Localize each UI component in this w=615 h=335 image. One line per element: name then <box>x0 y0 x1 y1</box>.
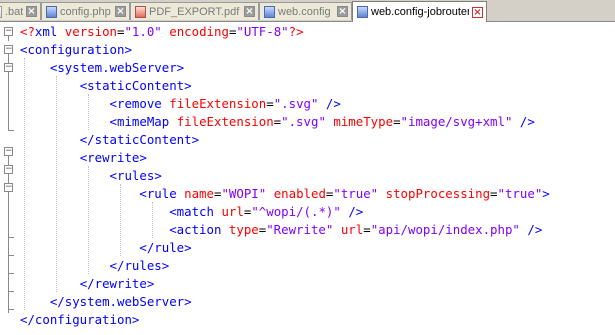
fold-collapse-icon[interactable]: − <box>4 27 13 36</box>
fold-end-marker <box>8 309 14 310</box>
xml-attribute-value: "api/wopi/index.php" <box>370 222 520 237</box>
fold-end-marker <box>8 130 14 131</box>
xml-attribute: type <box>228 222 259 237</box>
fold-line <box>8 192 9 313</box>
code-line: <rewrite> <box>79 150 147 165</box>
tab-web-config[interactable]: web.config × <box>259 2 352 20</box>
pdf-file-icon <box>135 5 146 18</box>
fold-collapse-icon[interactable]: − <box>4 165 13 174</box>
xml-tag-name: action <box>176 222 222 237</box>
xml-attribute-value: "UTF-8" <box>236 24 289 39</box>
file-icon <box>357 6 368 18</box>
code-line: <system.webServer> <box>49 60 185 75</box>
xml-attribute: url <box>340 222 364 237</box>
tab-web-config-jobrouter[interactable]: web.config-jobrouter × <box>352 1 487 22</box>
fold-collapse-icon[interactable]: − <box>4 183 13 192</box>
xml-tag-name: xml <box>34 24 58 39</box>
xml-tag-name: configuration <box>27 42 125 57</box>
close-icon[interactable]: × <box>337 6 348 17</box>
xml-attribute-value: "1.0" <box>124 24 162 39</box>
tab-label: PDF_EXPORT.pdf <box>149 5 240 18</box>
close-icon[interactable]: × <box>115 6 126 17</box>
tab-pdf-export[interactable]: PDF_EXPORT.pdf × <box>130 2 259 20</box>
code-line: </configuration> <box>20 312 140 327</box>
xml-attribute: version <box>64 24 117 39</box>
code-editor[interactable]: − − − − − − <?xml version="1.0" encoding… <box>0 22 615 335</box>
xml-attribute: enabled <box>273 186 326 201</box>
fold-end-marker <box>8 291 14 292</box>
xml-tag-name: remove <box>117 96 162 111</box>
close-icon[interactable]: × <box>472 6 483 18</box>
code-line: <?xml version="1.0" encoding="UTF-8"?> <box>20 24 304 39</box>
xml-attribute-value: ".svg" <box>273 96 319 111</box>
fold-collapse-icon[interactable]: − <box>4 63 13 72</box>
xml-attribute: mimeType <box>333 114 394 129</box>
xml-attribute-value: "^wopi/(.*)" <box>251 204 341 219</box>
xml-tag-name: rewrite <box>87 150 140 165</box>
tab-bar: .bat × config.php × PDF_EXPORT.pdf × web… <box>0 0 615 22</box>
xml-tag-name: rules <box>124 258 162 273</box>
tab-label: web.config <box>278 5 331 18</box>
code-line: </rule> <box>139 240 192 255</box>
xml-attribute: url <box>221 204 244 219</box>
xml-attribute: encoding <box>169 24 229 39</box>
code-line: <rules> <box>109 168 162 183</box>
code-line: </system.webServer> <box>49 294 192 309</box>
xml-attribute-value: "true" <box>497 186 543 201</box>
code-line: </rewrite> <box>79 276 155 291</box>
xml-attribute: name <box>184 186 214 201</box>
xml-attribute-value: ".svg" <box>281 114 326 129</box>
file-icon <box>0 5 2 18</box>
xml-tag-name: rewrite <box>94 276 147 291</box>
xml-tag-name: rule <box>154 240 185 255</box>
xml-tag-name: configuration <box>34 312 132 327</box>
file-icon <box>264 5 275 18</box>
xml-attribute-value: "true" <box>333 186 379 201</box>
fold-end-marker <box>8 255 14 256</box>
code-line: <match url="^wopi/(.*)" /> <box>169 204 364 219</box>
xml-attribute-value: "Rewrite" <box>266 222 334 237</box>
xml-tag-name: staticContent <box>94 132 192 147</box>
xml-tag-name: staticContent <box>87 78 185 93</box>
code-line: <remove fileExtension=".svg" /> <box>109 96 341 111</box>
fold-end-marker <box>8 273 14 274</box>
code-line: <staticContent> <box>79 78 192 93</box>
xml-tag-name: system.webServer <box>64 294 185 309</box>
close-icon[interactable]: × <box>244 6 255 17</box>
xml-tag-name: rules <box>117 168 155 183</box>
close-icon[interactable]: × <box>26 6 37 17</box>
code-line: <action type="Rewrite" url="api/wopi/ind… <box>169 222 543 237</box>
code-line: <configuration> <box>20 42 132 57</box>
xml-attribute: fileExtension <box>176 114 274 129</box>
xml-attribute-value: "WOPI" <box>221 186 267 201</box>
tab-bat[interactable]: .bat × <box>0 2 41 20</box>
xml-attribute: stopProcessing <box>385 186 491 201</box>
tab-label: .bat <box>5 5 23 18</box>
tab-label: config.php <box>60 5 111 18</box>
xml-attribute: fileExtension <box>169 96 267 111</box>
xml-tag-name: mimeMap <box>117 114 170 129</box>
code-line: </rules> <box>109 258 170 273</box>
xml-declaration-open: <? <box>20 24 35 39</box>
file-icon <box>46 5 57 18</box>
tab-label: web.config-jobrouter <box>371 6 469 18</box>
xml-tag-name: match <box>176 204 214 219</box>
xml-declaration-close: ?> <box>288 24 304 39</box>
code-line: <mimeMap fileExtension=".svg" mimeType="… <box>109 114 535 129</box>
xml-tag-name: rule <box>146 186 177 201</box>
xml-attribute-value: "image/svg+xml" <box>400 114 513 129</box>
code-line: </staticContent> <box>79 132 200 147</box>
fold-collapse-icon[interactable]: − <box>4 147 13 156</box>
xml-tag-name: system.webServer <box>57 60 177 75</box>
fold-line <box>8 72 9 131</box>
tab-config-php[interactable]: config.php × <box>41 2 130 20</box>
fold-collapse-icon[interactable]: − <box>4 45 13 54</box>
fold-end-marker <box>8 237 14 238</box>
fold-line <box>8 36 9 41</box>
code-line: <rule name="WOPI" enabled="true" stopPro… <box>139 186 550 201</box>
